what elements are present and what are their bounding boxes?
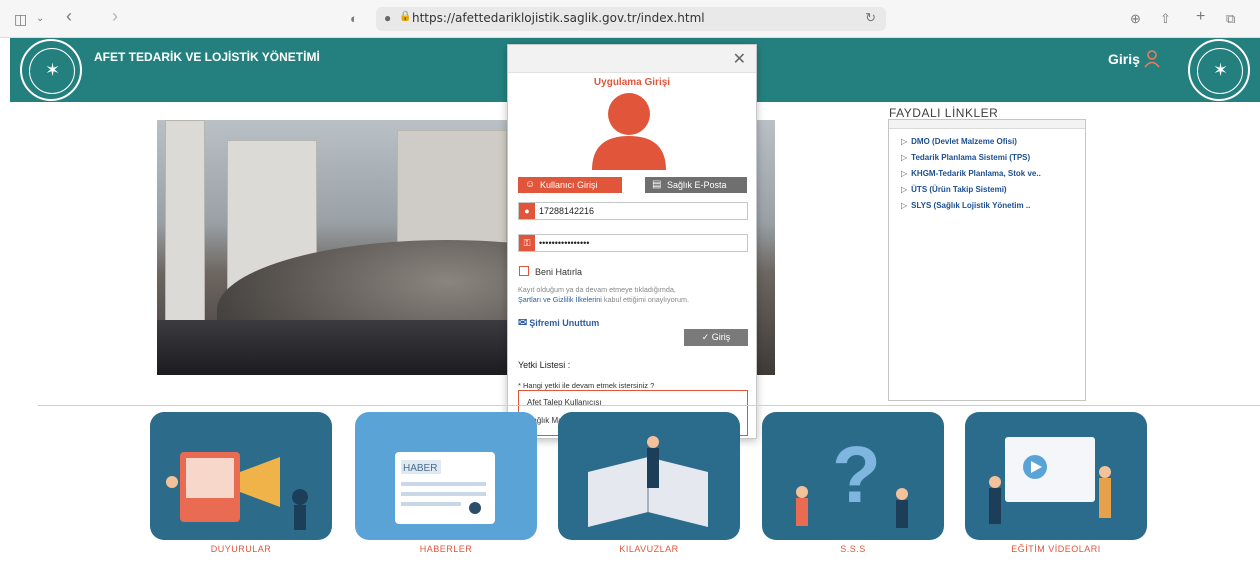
useful-link-label: SLYS (Sağlık Lojistik Yönetim .. (911, 201, 1031, 210)
announcements-tile[interactable] (150, 412, 332, 540)
login-submit-button[interactable]: ✓ Giriş (684, 329, 748, 346)
user-avatar-icon (592, 93, 666, 170)
remember-me-label[interactable]: Beni Hatırla (535, 267, 582, 277)
forgot-password-link[interactable]: ✉ Şifremi Unuttum (518, 316, 599, 329)
terms-link[interactable]: Şartları ve Gizlilik İlkelerini (518, 295, 602, 304)
triangle-right-icon: ▷ (901, 153, 908, 162)
download-icon[interactable]: ⊕ (1130, 9, 1141, 29)
user-icon: ☺ (525, 179, 536, 190)
useful-link[interactable]: ▷ SLYS (Sağlık Lojistik Yönetim .. (901, 201, 1030, 210)
role-question: * Hangi yetki ile devam etmek istersiniz… (518, 381, 655, 390)
address-bar[interactable]: ● 🔒 https://afettedariklojistik.saglik.g… (376, 7, 886, 31)
forward-icon[interactable]: › (112, 6, 118, 26)
terms-suffix: kabul ettiğimi onaylıyorum. (603, 295, 689, 304)
building-shape (165, 120, 205, 330)
useful-link-label: ÜTS (Ürün Takip Sistemi) (911, 185, 1007, 194)
username-field[interactable]: ● (518, 202, 748, 220)
useful-link[interactable]: ▷ Tedarik Planlama Sistemi (TPS) (901, 153, 1030, 162)
url-text: https://afettedariklojistik.saglik.gov.t… (412, 11, 705, 25)
share-icon[interactable]: ⇧ (1160, 9, 1171, 29)
check-icon: ✓ (701, 332, 710, 342)
browser-toolbar: ◫ ⌄ ‹ › ◐ ● 🔒 https://afettedariklojisti… (0, 0, 1260, 38)
svg-text:?: ? (832, 430, 881, 519)
guides-tile[interactable] (558, 412, 740, 540)
tabs-icon[interactable]: ⧉ (1226, 9, 1235, 29)
terms-notice: Kayıt olduğum ya da devam etmeye tıkladı… (518, 285, 754, 305)
close-icon[interactable]: ✕ (733, 49, 746, 69)
login-submit-label: Giriş (711, 332, 731, 342)
user-icon[interactable] (1144, 50, 1160, 68)
terms-prefix: Kayıt olduğum ya da devam etmeye tıkladı… (518, 285, 676, 294)
forgot-password-label: Şifremi Unuttum (529, 318, 600, 328)
news-illustration-icon: HABER (395, 452, 495, 524)
tab-user-login-label: Kullanıcı Girişi (540, 180, 598, 190)
triangle-right-icon: ▷ (901, 185, 908, 194)
tab-health-email-label: Sağlık E-Posta (667, 180, 727, 190)
user-icon: ● (519, 203, 535, 219)
envelope-icon: ✉ (518, 317, 528, 329)
faq-tile[interactable]: ? (762, 412, 944, 540)
id-card-icon: ▤ (652, 179, 662, 190)
lock-icon: 🔒 (399, 11, 412, 22)
modal-title: Uygulama Girişi (593, 77, 671, 88)
video-illustration-icon (989, 437, 1111, 524)
triangle-right-icon: ▷ (901, 137, 908, 146)
useful-link[interactable]: ▷ ÜTS (Ürün Takip Sistemi) (901, 185, 1007, 194)
password-input[interactable] (539, 236, 739, 250)
news-tile[interactable]: HABER (355, 412, 537, 540)
login-modal: ✕ Uygulama Girişi ☺ Kullanıcı Girişi ▤ S… (507, 44, 757, 439)
training-videos-tile-label[interactable]: EĞİTİM VİDEOLARI (965, 544, 1147, 554)
tab-user-login[interactable]: ☺ Kullanıcı Girişi (518, 177, 622, 193)
useful-links-title: FAYDALI LİNKLER (889, 106, 999, 120)
training-videos-tile[interactable] (965, 412, 1147, 540)
faq-tile-label[interactable]: S.S.S (762, 544, 944, 554)
guides-tile-label[interactable]: KILAVUZLAR (558, 544, 740, 554)
useful-links-panel: ▷ DMO (Devlet Malzeme Ofisi) ▷ Tedarik Pla… (888, 119, 1086, 401)
news-tile-label[interactable]: HABERLER (355, 544, 537, 554)
plus-icon[interactable]: + (1196, 7, 1205, 27)
globe-icon: ● (384, 11, 392, 25)
header-login-link[interactable]: Giriş (1108, 51, 1140, 67)
back-icon[interactable]: ‹ (66, 6, 72, 26)
useful-link-label: DMO (Devlet Malzeme Ofisi) (911, 137, 1017, 146)
key-icon: ⚿ (519, 235, 535, 251)
reload-icon[interactable]: ↻ (865, 10, 876, 26)
news-art-text: HABER (403, 463, 437, 474)
site-title: AFET TEDARİK VE LOJİSTİK YÖNETİMİ (94, 50, 320, 64)
useful-link-label: Tedarik Planlama Sistemi (TPS) (911, 153, 1031, 162)
crowd-shape (157, 320, 507, 375)
guide-book-illustration-icon (588, 436, 708, 527)
announcements-tile-label[interactable]: DUYURULAR (150, 544, 332, 554)
username-input[interactable] (539, 204, 739, 218)
megaphone-illustration-icon (166, 452, 308, 530)
chevron-down-icon[interactable]: ⌄ (36, 9, 44, 29)
modal-top-bar: ✕ (508, 45, 756, 73)
shield-icon[interactable]: ◐ (350, 9, 358, 29)
ministry-emblem-icon: ✶ (20, 39, 82, 101)
role-list-title: Yetki Listesi : (518, 360, 571, 370)
section-divider (38, 405, 1260, 406)
triangle-right-icon: ▷ (901, 201, 908, 210)
sidebar-icon[interactable]: ◫ (14, 9, 27, 29)
ministry-emblem-icon: ✶ (1188, 39, 1250, 101)
question-mark-illustration-icon: ? (796, 430, 908, 528)
triangle-right-icon: ▷ (901, 169, 908, 178)
useful-link[interactable]: ▷ DMO (Devlet Malzeme Ofisi) (901, 137, 1017, 146)
useful-link[interactable]: ▷ KHGM-Tedarik Planlama, Stok ve.. (901, 169, 1041, 178)
password-field[interactable]: ⚿ (518, 234, 748, 252)
useful-link-label: KHGM-Tedarik Planlama, Stok ve.. (911, 169, 1041, 178)
remember-me-checkbox[interactable] (519, 266, 529, 276)
tab-health-email[interactable]: ▤ Sağlık E-Posta (645, 177, 747, 193)
